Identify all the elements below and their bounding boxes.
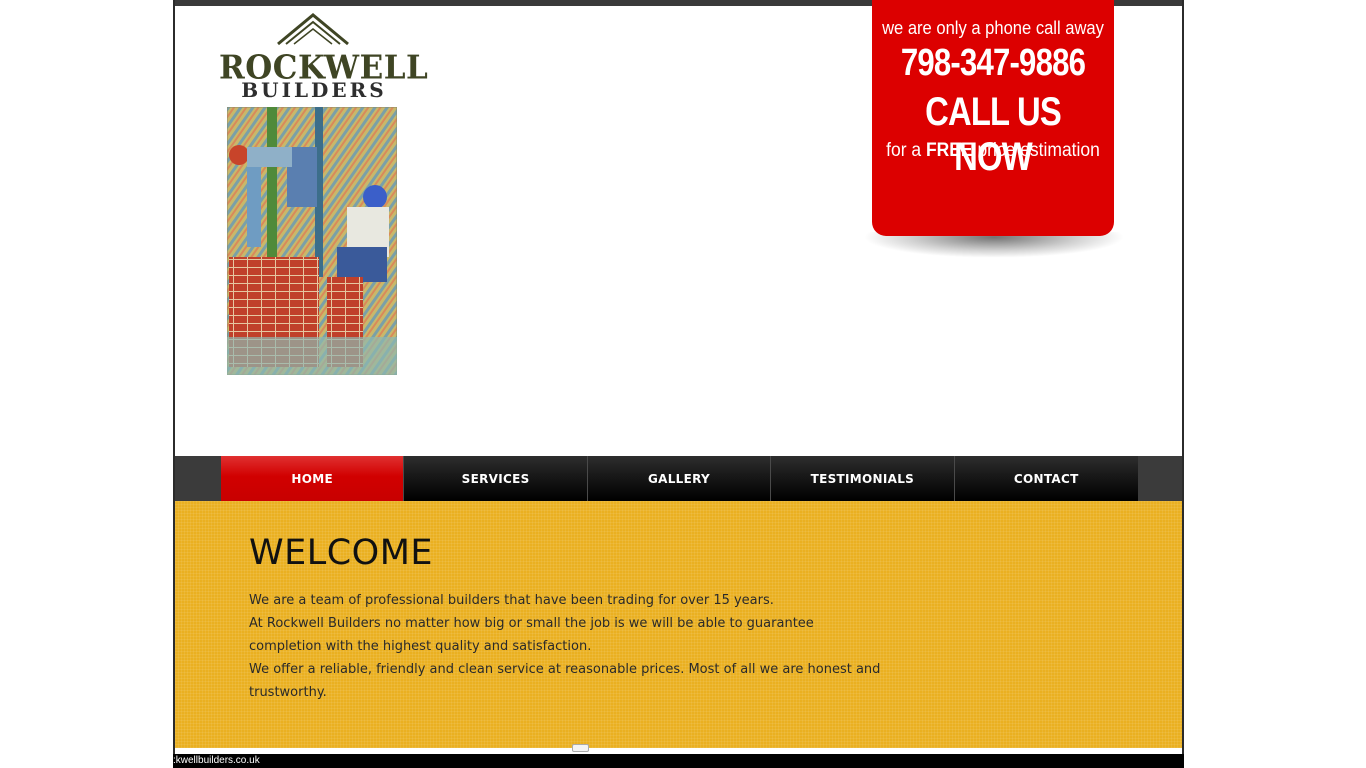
welcome-section: WELCOME We are a team of professional bu… [175, 501, 1182, 748]
free-estimate-text: for a FREE price estimation [882, 140, 1105, 162]
nav-services[interactable]: SERVICES [404, 456, 588, 501]
call-us-now-text: CALL US NOW [925, 90, 1062, 179]
page-frame: ROCKWELL BUILDERS we are only a phone ca… [173, 0, 1184, 768]
call-us-box[interactable]: we are only a phone call away 798-347-98… [872, 0, 1114, 236]
callbox-tagline: we are only a phone call away [882, 18, 1104, 38]
free-estimate-prefix: for a [886, 140, 926, 161]
builders-illustration [227, 107, 397, 375]
nav-gallery[interactable]: GALLERY [587, 456, 772, 501]
status-url: :kwellbuilders.co.uk [173, 755, 260, 766]
roof-icon [277, 13, 349, 46]
welcome-heading: WELCOME [249, 533, 434, 573]
status-bar: :kwellbuilders.co.uk [173, 754, 1184, 768]
nav-home[interactable]: HOME [221, 456, 405, 501]
free-estimate-suffix: price estimation [972, 140, 1100, 161]
paragraph-guarantee: At Rockwell Builders no matter how big o… [249, 616, 814, 654]
free-word: FREE [925, 140, 973, 161]
main-nav: HOME SERVICES GALLERY TESTIMONIALS CONTA… [221, 456, 1138, 501]
scroll-handle[interactable] [572, 744, 589, 752]
paragraph-service: We offer a reliable, friendly and clean … [249, 662, 881, 700]
logo-text-builders: BUILDERS [241, 78, 387, 102]
nav-contact[interactable]: CONTACT [954, 456, 1138, 501]
paragraph-intro: We are a team of professional builders t… [249, 593, 774, 608]
welcome-body: We are a team of professional builders t… [249, 589, 889, 704]
nav-testimonials[interactable]: TESTIMONIALS [771, 456, 955, 501]
phone-number[interactable]: 798-347-9886 [894, 42, 1092, 85]
